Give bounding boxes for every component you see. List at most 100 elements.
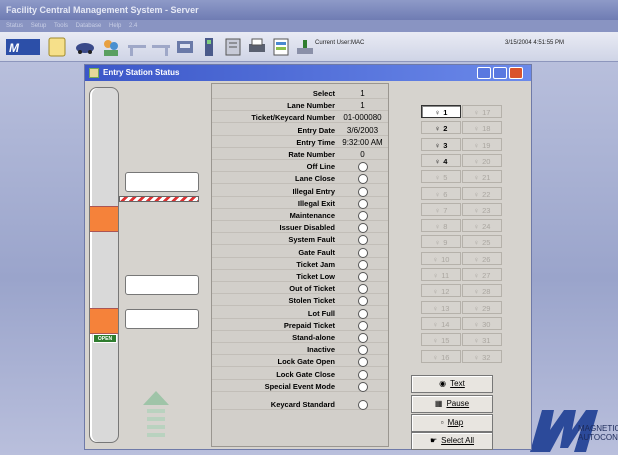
status-row: Stolen Ticket	[212, 295, 388, 307]
lane-button-22[interactable]: ♀ 22	[462, 186, 502, 200]
car-icon: ◉	[439, 379, 447, 388]
lane-number: 19	[482, 140, 491, 150]
map-button[interactable]: ▫ Map	[411, 414, 493, 432]
status-row-value: 9:32:00 AM	[342, 137, 383, 147]
entry-direction-arrows-icon	[143, 391, 169, 437]
status-row-label: Ticket Low	[296, 272, 335, 281]
lane-button-27[interactable]: ♀ 27	[462, 268, 502, 281]
status-row-label: Stolen Ticket	[288, 296, 335, 306]
menu-setup[interactable]: Setup	[31, 23, 47, 29]
maximize-button[interactable]	[493, 67, 507, 79]
gate-out-icon[interactable]	[150, 36, 172, 58]
status-row-label: Lane Number	[287, 101, 335, 111]
status-row-label: Ticket/Keycard Number	[251, 113, 335, 123]
status-row-label: System Fault	[288, 235, 335, 245]
lane-button-5[interactable]: ♀ 5	[421, 170, 461, 184]
book-icon[interactable]	[222, 36, 244, 58]
status-row: Ticket/Keycard Number 01-000080	[212, 112, 388, 124]
lane-button-11[interactable]: ♀ 11	[421, 268, 461, 281]
pause-button[interactable]: ▦ Pause	[411, 395, 493, 413]
gate-arm	[119, 196, 199, 202]
toll-icon[interactable]	[294, 36, 316, 58]
lane-button-10[interactable]: ♀ 10	[421, 251, 461, 265]
lane-button-3[interactable]: ♀ 3	[421, 137, 461, 151]
people-icon[interactable]	[100, 36, 122, 58]
lane-button-4[interactable]: ♀ 4	[421, 153, 461, 167]
status-row: Keycard Standard	[212, 399, 388, 410]
report-icon[interactable]	[270, 36, 292, 58]
lane-button-17[interactable]: ♀ 17	[462, 105, 502, 118]
car-icon[interactable]	[74, 36, 96, 58]
status-indicator-light	[358, 333, 368, 343]
status-row-label: Out of Ticket	[289, 284, 335, 294]
lane-number: 24	[482, 222, 491, 232]
lane-button-25[interactable]: ♀ 25	[462, 235, 502, 249]
lane-icon: ♀	[432, 336, 439, 346]
menu-tools[interactable]: Tools	[54, 23, 68, 29]
lane-button-7[interactable]: ♀ 7	[421, 202, 461, 216]
lane-icon: ♀	[473, 303, 480, 313]
lane-number: 11	[441, 271, 450, 280]
status-indicator-light	[358, 272, 368, 282]
text-button[interactable]: ◉ Text	[411, 375, 493, 393]
m-logo-icon[interactable]: M	[6, 36, 40, 58]
lane-button-9[interactable]: ♀ 9	[421, 235, 461, 249]
lane-number: 12	[441, 287, 450, 297]
lane-button-18[interactable]: ♀ 18	[462, 121, 502, 135]
status-indicator-light	[358, 247, 368, 258]
lane-button-1[interactable]: ♀ 1	[421, 105, 461, 118]
note-icon[interactable]	[46, 36, 68, 58]
status-row: Lane Number 1	[212, 100, 388, 112]
lane-number: 26	[482, 254, 491, 264]
lane-button-32[interactable]: ♀ 32	[462, 349, 502, 363]
lane-icon: ♀	[432, 287, 439, 297]
lane-button-20[interactable]: ♀ 20	[462, 153, 502, 167]
status-indicator-light	[358, 345, 368, 356]
lane-button-31[interactable]: ♀ 31	[462, 333, 502, 347]
close-button[interactable]	[509, 67, 523, 79]
status-row-label: Issuer Disabled	[279, 223, 335, 233]
lane-button-23[interactable]: ♀ 23	[462, 202, 502, 216]
lane-button-26[interactable]: ♀ 26	[462, 251, 502, 265]
minimize-button[interactable]	[477, 67, 491, 79]
status-row: Off Line	[212, 161, 388, 173]
lane-number: 4	[443, 156, 448, 166]
select-all-button[interactable]: ☛ Select All	[411, 432, 493, 450]
printer-icon[interactable]	[246, 36, 268, 58]
kiosk-icon[interactable]	[198, 36, 220, 58]
menu-version[interactable]: 2.4	[129, 23, 137, 29]
lane-button-30[interactable]: ♀ 30	[462, 316, 502, 330]
lane-button-8[interactable]: ♀ 8	[421, 219, 461, 233]
status-row-label: Lot Full	[307, 308, 335, 318]
status-row: Entry Date 3/6/2003	[212, 125, 388, 136]
status-row: Inactive	[212, 344, 388, 356]
status-row: Select 1	[212, 88, 388, 99]
lane-button-29[interactable]: ♀ 29	[462, 300, 502, 314]
lane-button-12[interactable]: ♀ 12	[421, 284, 461, 298]
status-row: Ticket Jam	[212, 259, 388, 270]
station-icon[interactable]	[174, 36, 196, 58]
status-row-value: 01-000080	[343, 113, 382, 123]
lane-button-6[interactable]: ♀ 6	[421, 186, 461, 200]
lane-button-16[interactable]: ♀ 16	[421, 349, 461, 363]
lane-button-15[interactable]: ♀ 15	[421, 333, 461, 347]
lane-button-13[interactable]: ♀ 13	[421, 300, 461, 314]
lane-button-24[interactable]: ♀ 24	[462, 219, 502, 233]
lane-button-28[interactable]: ♀ 28	[462, 284, 502, 298]
lane-button-19[interactable]: ♀ 19	[462, 137, 502, 151]
lane-button-2[interactable]: ♀ 2	[421, 121, 461, 135]
lane-number: 28	[482, 287, 491, 297]
gate-in-icon[interactable]	[126, 36, 148, 58]
lane-number: 32	[482, 352, 491, 362]
menu-bar: Status Setup Tools Database Help 2.4	[0, 20, 618, 32]
magnetic-logo	[530, 410, 598, 452]
lane-button-21[interactable]: ♀ 21	[462, 170, 502, 184]
status-row: Lane Close	[212, 173, 388, 185]
status-indicator-light	[358, 186, 368, 197]
menu-status[interactable]: Status	[6, 23, 23, 29]
lane-button-14[interactable]: ♀ 14	[421, 316, 461, 330]
menu-database[interactable]: Database	[76, 23, 102, 29]
lane-number: 17	[482, 108, 491, 117]
menu-help[interactable]: Help	[109, 23, 121, 29]
lane-icon: ♀	[432, 254, 439, 264]
